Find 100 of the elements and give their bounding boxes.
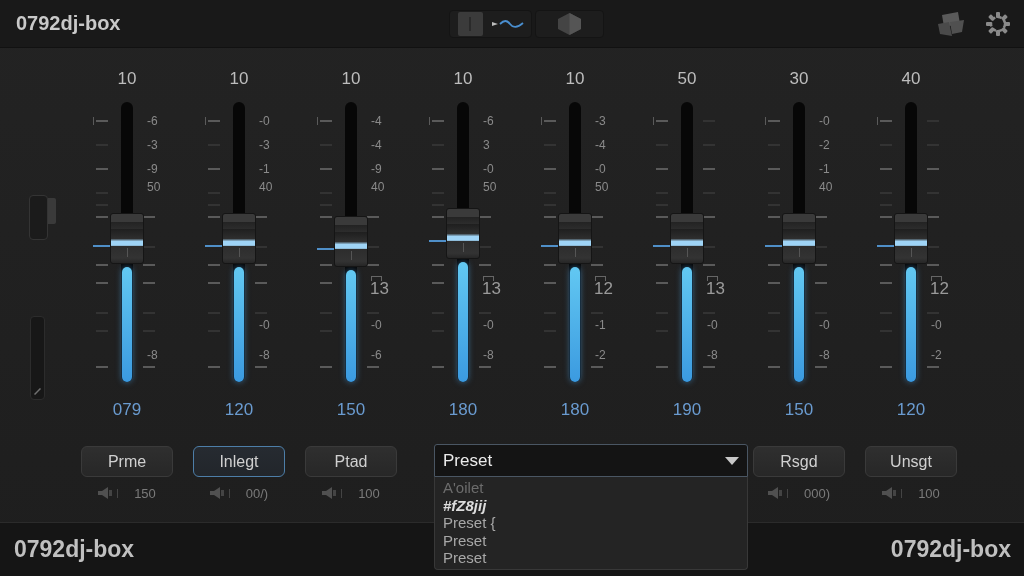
level-marker-line xyxy=(877,245,894,248)
channel-button[interactable]: Prme xyxy=(81,446,173,477)
channel-top-value: 30 xyxy=(789,68,809,90)
scale-label: -0 xyxy=(818,317,830,334)
speaker-icon xyxy=(98,487,113,499)
scale-label: -3 xyxy=(258,137,270,154)
scale-label: -1 xyxy=(818,161,830,178)
channel-value: 190 xyxy=(672,399,702,421)
footer-title: 0792dj-box xyxy=(14,536,135,563)
channel-top-value: 10 xyxy=(341,68,361,90)
channel-value: 180 xyxy=(448,399,478,421)
view-toggle-button[interactable] xyxy=(449,9,532,38)
scale-bracket-mark xyxy=(541,117,556,125)
scale-label: 50 xyxy=(482,179,497,196)
scale-marker-label: 12 xyxy=(594,276,613,298)
channel-button[interactable]: Ptad xyxy=(305,446,397,477)
channel-button[interactable]: Unsgt xyxy=(865,446,957,477)
scale-label: -2 xyxy=(930,347,942,364)
hexagon-icon xyxy=(558,12,581,35)
channel-value: 079 xyxy=(112,399,142,421)
scale-label: -9 xyxy=(146,161,158,178)
square-icon xyxy=(457,11,483,36)
volume-value: 150 xyxy=(134,485,156,501)
volume-value: 000) xyxy=(804,485,830,501)
scale-bracket-mark xyxy=(429,117,444,125)
fader-thumb[interactable] xyxy=(558,213,592,265)
scale-label: -4 xyxy=(594,137,606,154)
channel-value: 150 xyxy=(336,399,366,421)
scale-label: -8 xyxy=(146,347,158,364)
channel-button[interactable]: Rsgd xyxy=(753,446,845,477)
side-slider-track[interactable] xyxy=(30,316,45,400)
scale-label: -1 xyxy=(258,161,270,178)
scale-label: -3 xyxy=(594,113,606,130)
level-marker-line xyxy=(429,239,446,242)
scale-label: -0 xyxy=(818,113,830,130)
scale-label: 50 xyxy=(146,179,161,196)
level-marker-line xyxy=(205,245,222,248)
channel-top-value: 10 xyxy=(565,68,585,90)
scale-label: -0 xyxy=(258,113,270,130)
channel-top-value: 50 xyxy=(677,68,697,90)
scale-label: -8 xyxy=(818,347,830,364)
view-toggle-button[interactable] xyxy=(535,9,604,38)
settings-icon[interactable] xyxy=(986,11,1010,36)
level-marker-line xyxy=(93,245,110,248)
stack-icon[interactable] xyxy=(938,11,964,36)
preset-dropdown[interactable]: Preset xyxy=(434,444,748,477)
scale-bracket-mark xyxy=(877,117,892,125)
speaker-icon xyxy=(322,487,337,499)
scale-label: -6 xyxy=(482,113,494,130)
scale-label: -8 xyxy=(258,347,270,364)
dropdown-option[interactable]: #fZ8jij xyxy=(443,496,487,514)
dropdown-option[interactable]: Preset xyxy=(443,549,487,567)
fader-thumb[interactable] xyxy=(670,213,704,265)
scale-label: -6 xyxy=(370,347,382,364)
fader-thumb[interactable] xyxy=(222,213,256,265)
volume-value: 100 xyxy=(918,485,940,501)
scale-label: 3 xyxy=(482,137,490,154)
scale-label: -3 xyxy=(146,137,158,154)
fader-thumb[interactable] xyxy=(782,213,816,265)
scale-marker-label: 13 xyxy=(370,276,389,298)
slash-icon xyxy=(34,388,41,395)
scale-marker-label: 13 xyxy=(482,276,501,298)
scale-label: -0 xyxy=(258,317,270,334)
scale-label: -2 xyxy=(818,137,830,154)
scale-bracket-mark xyxy=(765,117,780,125)
scale-label: -1 xyxy=(594,317,606,334)
app-title: 0792dj-box xyxy=(16,12,121,35)
wave-icon xyxy=(491,18,524,29)
scale-label: 50 xyxy=(594,179,609,196)
scale-label: 40 xyxy=(258,179,273,196)
fader-thumb[interactable] xyxy=(110,213,144,265)
level-marker-line xyxy=(653,245,670,248)
scale-label: -0 xyxy=(930,317,942,334)
channel-button[interactable]: Inlegt xyxy=(193,446,285,477)
scale-label: -6 xyxy=(146,113,158,130)
channel-top-value: 10 xyxy=(453,68,473,90)
fader-thumb[interactable] xyxy=(894,213,928,265)
side-switch[interactable] xyxy=(29,195,57,240)
fader-thumb[interactable] xyxy=(334,216,368,267)
fader-thumb[interactable] xyxy=(446,207,480,259)
volume-value: 00/) xyxy=(245,485,269,501)
scale-marker-label: 12 xyxy=(930,276,949,298)
scale-label: -2 xyxy=(594,347,606,364)
volume-value: 100 xyxy=(358,485,380,501)
dropdown-option[interactable]: Preset xyxy=(443,531,487,549)
scale-label: -9 xyxy=(370,161,382,178)
dropdown-option[interactable]: Preset { xyxy=(443,514,496,532)
channel-value: 180 xyxy=(560,399,590,421)
scale-label: -8 xyxy=(482,347,494,364)
scale-bracket-mark xyxy=(317,117,332,125)
level-marker-line xyxy=(541,245,558,248)
scale-marker-label: 13 xyxy=(706,276,725,298)
scale-label: -0 xyxy=(482,317,494,334)
channel-value: 120 xyxy=(224,399,254,421)
channel-value: 120 xyxy=(896,399,926,421)
scale-label: -0 xyxy=(482,161,494,178)
channel-top-value: 10 xyxy=(117,68,137,90)
channel-top-value: 10 xyxy=(229,68,249,90)
scale-bracket-mark xyxy=(93,117,108,125)
scale-label: 40 xyxy=(370,179,385,196)
